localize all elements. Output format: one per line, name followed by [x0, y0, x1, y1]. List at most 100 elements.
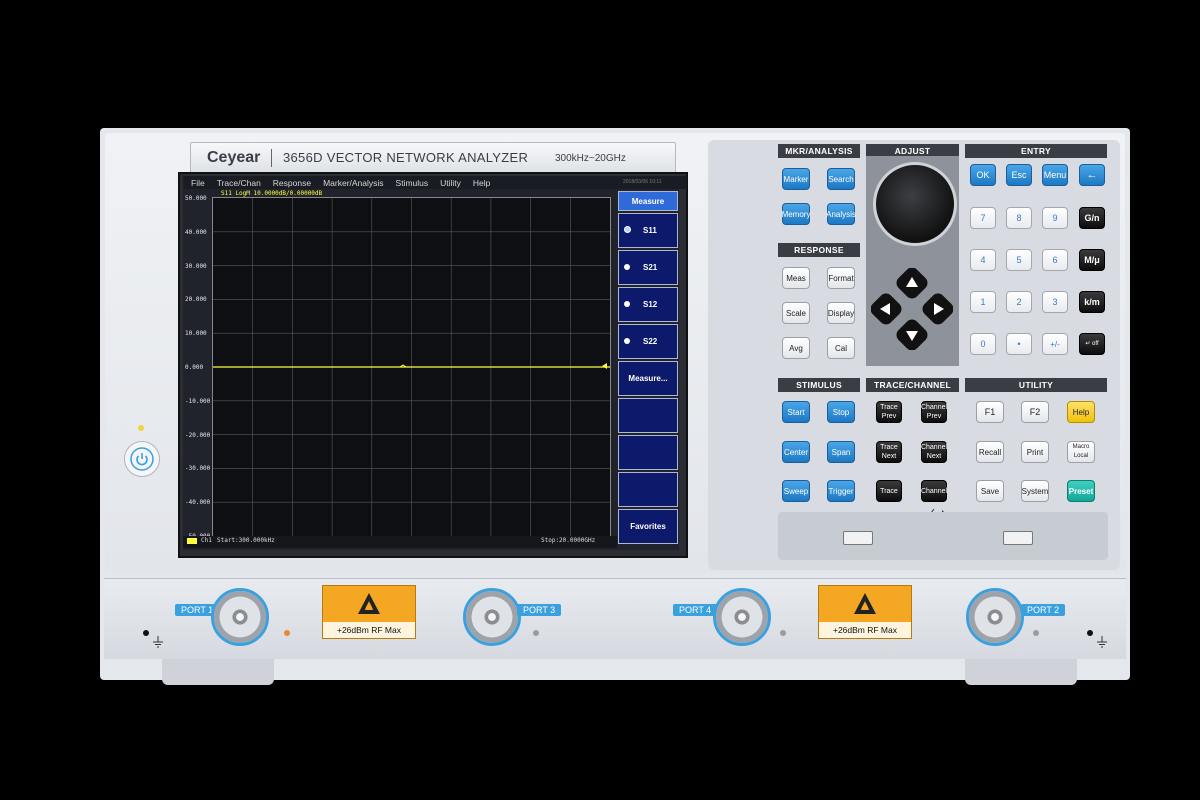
system-button[interactable]: System [1021, 480, 1049, 502]
sweep-button[interactable]: Sweep [782, 480, 810, 502]
key-6[interactable]: 6 [1042, 249, 1068, 271]
trace-plot[interactable] [212, 197, 611, 537]
port-2-connector[interactable] [966, 588, 1024, 646]
channel-label: Ch1 [201, 537, 212, 544]
y-tick-label: -10.000 [185, 397, 211, 405]
channel-next-button[interactable]: Channel Next [921, 441, 947, 463]
standby-led [138, 425, 144, 431]
print-button[interactable]: Print [1021, 441, 1049, 463]
meas-button[interactable]: Meas [782, 267, 810, 289]
softkey-empty-7[interactable] [618, 435, 678, 470]
port-3-label: PORT 3 [517, 604, 562, 616]
menu-utility[interactable]: Utility [440, 178, 461, 188]
m-mu-button[interactable]: M/μ [1079, 249, 1105, 271]
left-foot [162, 655, 274, 685]
port-3-led [533, 630, 539, 636]
display-button[interactable]: Display [827, 302, 855, 324]
enter-off-button[interactable]: ↵ off [1079, 333, 1105, 355]
esd-warning-icon [358, 593, 380, 614]
softkey-measure-more[interactable]: Measure... [618, 361, 678, 396]
marker-button[interactable]: Marker [782, 168, 810, 190]
radio-icon [624, 338, 630, 344]
recall-button[interactable]: Recall [976, 441, 1004, 463]
reference-level-marker [602, 363, 607, 369]
arrow-left-icon[interactable] [871, 291, 904, 328]
y-tick-label: -30.000 [185, 465, 211, 473]
section-utility: UTILITY [965, 378, 1107, 392]
brand-strip: Ceyear 3656D VECTOR NETWORK ANALYZER 300… [190, 142, 676, 174]
k-m-button[interactable]: k/m [1079, 291, 1105, 313]
channel-prev-button[interactable]: Channel Prev [921, 401, 947, 423]
arrow-down-icon[interactable] [894, 317, 931, 350]
y-tick-label: 10.000 [185, 330, 207, 338]
softkey-s22[interactable]: S22 [618, 324, 678, 359]
key-0[interactable]: 0 [970, 333, 996, 355]
key-7[interactable]: 7 [970, 207, 996, 229]
key-1[interactable]: 1 [970, 291, 996, 313]
g-n-button[interactable]: G/n [1079, 207, 1105, 229]
key-9[interactable]: 9 [1042, 207, 1068, 229]
menu-stimulus[interactable]: Stimulus [396, 178, 429, 188]
menu-help[interactable]: Help [473, 178, 490, 188]
model-name: 3656D VECTOR NETWORK ANALYZER [283, 150, 529, 165]
channel-button[interactable]: Channel [921, 480, 947, 502]
scale-button[interactable]: Scale [782, 302, 810, 324]
power-button[interactable] [124, 441, 160, 477]
key-3[interactable]: 3 [1042, 291, 1068, 313]
start-button[interactable]: Start [782, 401, 810, 423]
trace-prev-button[interactable]: Trace Prev [876, 401, 902, 423]
usb-port-right[interactable] [1003, 531, 1033, 545]
key-2[interactable]: 2 [1006, 291, 1032, 313]
save-button[interactable]: Save [976, 480, 1004, 502]
y-tick-label: 20.000 [185, 296, 207, 304]
arrow-up-icon[interactable] [894, 268, 931, 301]
port-1-connector[interactable] [211, 588, 269, 646]
softkey-s11[interactable]: S11 [618, 213, 678, 248]
softkey-empty-8[interactable] [618, 472, 678, 507]
trigger-button[interactable]: Trigger [827, 480, 855, 502]
softkey-favorites[interactable]: Favorites [618, 509, 678, 544]
softkey-s12[interactable]: S12 [618, 287, 678, 322]
usb-port-left[interactable] [843, 531, 873, 545]
port-4-connector[interactable] [713, 588, 771, 646]
stop-button[interactable]: Stop [827, 401, 855, 423]
center-button[interactable]: Center [782, 441, 810, 463]
key-8[interactable]: 8 [1006, 207, 1032, 229]
softkey-empty-6[interactable] [618, 398, 678, 433]
help-button[interactable]: Help [1067, 401, 1095, 423]
memory-button[interactable]: Memory [782, 203, 810, 225]
f2-button[interactable]: F2 [1021, 401, 1049, 423]
screen-timestamp: 2018/03/06 10:11 [623, 179, 662, 185]
key-5[interactable]: 5 [1006, 249, 1032, 271]
menu-button[interactable]: Menu [1042, 164, 1068, 186]
trace-next-button[interactable]: Trace Next [876, 441, 902, 463]
knob-icon[interactable] [873, 162, 957, 246]
trace-button[interactable]: Trace [876, 480, 902, 502]
menu-marker-analysis[interactable]: Marker/Analysis [323, 178, 383, 188]
ground-icon [153, 636, 163, 648]
span-button[interactable]: Span [827, 441, 855, 463]
preset-button[interactable]: Preset [1067, 480, 1095, 502]
port-3-connector[interactable] [463, 588, 521, 646]
backspace-icon[interactable]: ← [1079, 164, 1105, 186]
f1-button[interactable]: F1 [976, 401, 1004, 423]
plus-minus-button[interactable]: +/- [1042, 333, 1068, 355]
menu-trace-chan[interactable]: Trace/Chan [217, 178, 261, 188]
power-icon [130, 447, 154, 471]
macro-local-button[interactable]: Macro Local [1067, 441, 1095, 463]
arrow-right-icon[interactable] [920, 291, 953, 328]
softmenu-header: Measure [618, 191, 678, 211]
key-4[interactable]: 4 [970, 249, 996, 271]
format-button[interactable]: Format [827, 267, 855, 289]
search-button[interactable]: Search [827, 168, 855, 190]
menu-response[interactable]: Response [273, 178, 311, 188]
radio-selected-icon [624, 226, 631, 233]
softkey-s21[interactable]: S21 [618, 250, 678, 285]
ok-button[interactable]: OK [970, 164, 996, 186]
avg-button[interactable]: Avg [782, 337, 810, 359]
analysis-button[interactable]: Analysis [826, 203, 856, 225]
key-decimal[interactable]: • [1006, 333, 1032, 355]
y-tick-label: 40.000 [185, 228, 207, 236]
esc-button[interactable]: Esc [1006, 164, 1032, 186]
cal-button[interactable]: Cal [827, 337, 855, 359]
